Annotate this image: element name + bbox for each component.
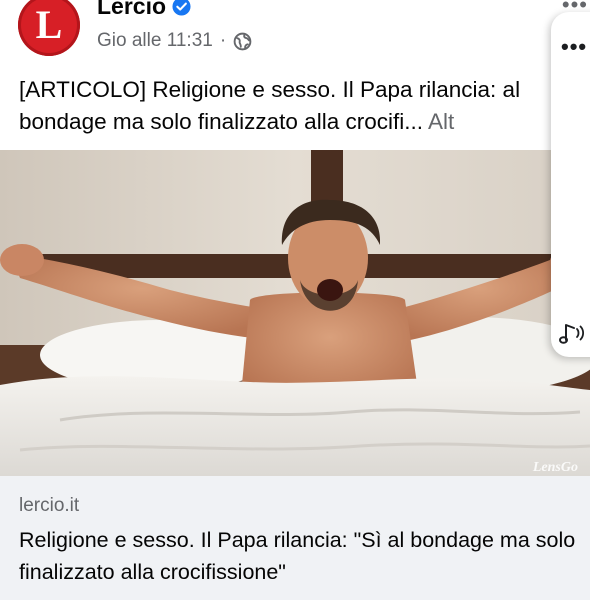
bed-scene-illustration bbox=[0, 150, 590, 476]
post-timestamp[interactable]: Gio alle 11:31 bbox=[97, 30, 213, 52]
page-avatar[interactable]: L bbox=[18, 0, 80, 56]
link-headline[interactable]: Religione e sesso. Il Papa rilancia: "Sì… bbox=[19, 524, 589, 588]
link-preview-card[interactable]: lercio.it Religione e sesso. Il Papa ril… bbox=[0, 476, 590, 600]
verified-badge-icon bbox=[172, 0, 191, 16]
see-more-link[interactable]: Alt bbox=[428, 109, 454, 134]
page-name-row: Lercio bbox=[97, 0, 191, 19]
post-header: L Lercio Gio alle 11:31 · ••• bbox=[0, 0, 590, 60]
post-body: [ARTICOLO] Religione e sesso. Il Papa ri… bbox=[19, 74, 549, 138]
link-domain: lercio.it bbox=[19, 495, 80, 516]
globe-icon bbox=[233, 32, 252, 50]
article-image[interactable]: LensGo bbox=[0, 150, 590, 476]
panel-more-icon[interactable]: ••• bbox=[561, 34, 587, 60]
music-note-icon[interactable] bbox=[558, 320, 586, 346]
page-name[interactable]: Lercio bbox=[97, 0, 166, 19]
logo-letter: L bbox=[35, 2, 63, 47]
post-meta: Gio alle 11:31 · bbox=[97, 30, 252, 52]
meta-separator: · bbox=[219, 30, 227, 51]
image-watermark: LensGo bbox=[532, 460, 578, 475]
floating-side-panel[interactable]: ••• bbox=[551, 12, 590, 357]
